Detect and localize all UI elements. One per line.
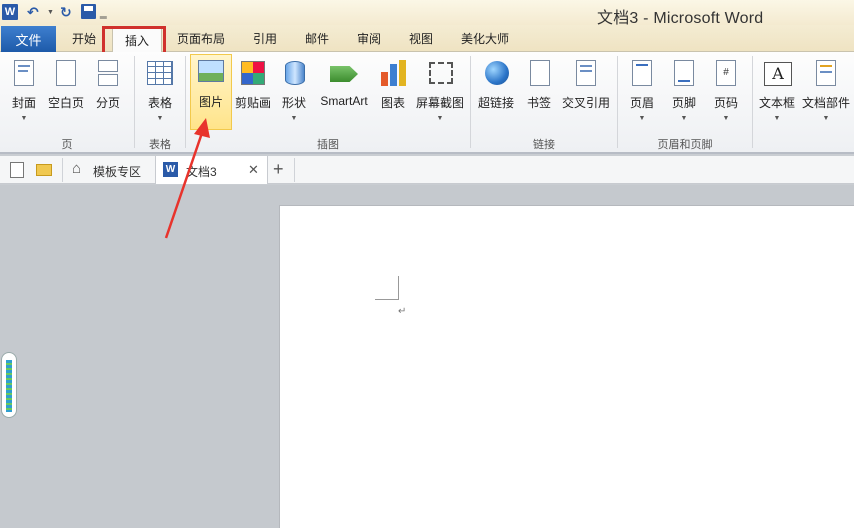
group-divider <box>185 56 186 148</box>
chart-button[interactable]: 图表 <box>377 56 409 128</box>
cover-page-button[interactable]: 封面 ▼ <box>6 56 42 128</box>
tab-review[interactable]: 审阅 <box>357 30 381 47</box>
tab-page-layout[interactable]: 页面布局 <box>177 30 225 47</box>
tab-divider <box>62 158 63 182</box>
folder-icon[interactable] <box>36 164 52 176</box>
group-divider <box>752 56 753 148</box>
text-box-button[interactable]: A 文本框 ▼ <box>757 56 797 128</box>
group-label-tables: 表格 <box>149 139 171 151</box>
tab-home[interactable]: 开始 <box>72 30 96 47</box>
screenshot-icon <box>425 58 455 88</box>
document-page[interactable] <box>279 205 854 528</box>
picture-icon <box>196 57 226 87</box>
chevron-down-icon: ▼ <box>773 115 781 122</box>
blank-page-button[interactable]: 空白页 <box>46 56 86 128</box>
page-number-button[interactable]: # 页码 ▼ <box>710 56 742 128</box>
group-label-illustrations: 插图 <box>317 139 339 151</box>
margin-corner-mark <box>375 276 399 300</box>
undo-dropdown-icon[interactable]: ▼ <box>47 3 54 21</box>
tab-divider <box>294 158 295 182</box>
redo-icon[interactable]: ↻ <box>60 3 72 21</box>
word-doc-icon: W <box>163 162 178 177</box>
template-zone-tab[interactable]: 模板专区 <box>93 163 141 180</box>
shapes-button[interactable]: 形状 ▼ <box>278 56 310 128</box>
picture-button[interactable]: 图片 <box>190 54 232 130</box>
group-label-pages: 页 <box>61 139 73 151</box>
chevron-down-icon: ▼ <box>822 115 830 122</box>
hyperlink-globe-icon <box>481 58 511 88</box>
clip-art-button[interactable]: 剪贴画 <box>234 56 272 128</box>
chevron-down-icon: ▼ <box>20 115 28 122</box>
text-box-icon: A <box>762 58 792 88</box>
customize-toolbar-icon[interactable]: ‗ <box>100 3 107 21</box>
chevron-down-icon: ▼ <box>156 115 164 122</box>
close-tab-icon[interactable]: ✕ <box>248 162 259 178</box>
table-button[interactable]: 表格 ▼ <box>143 56 177 128</box>
footer-button[interactable]: 页脚 ▼ <box>668 56 700 128</box>
document-tab-active[interactable]: W 文档3 ✕ <box>155 156 268 184</box>
header-icon <box>627 58 657 88</box>
header-button[interactable]: 页眉 ▼ <box>626 56 658 128</box>
page-break-button[interactable]: 分页 <box>92 56 124 128</box>
chevron-down-icon: ▼ <box>680 115 688 122</box>
blank-page-icon <box>51 58 81 88</box>
tab-beautify-master[interactable]: 美化大师 <box>461 30 509 47</box>
side-floating-widget[interactable] <box>1 352 17 418</box>
bookmark-icon <box>524 58 554 88</box>
paragraph-mark: ↵ <box>398 306 407 317</box>
quick-parts-button[interactable]: 文档部件 ▼ <box>800 56 852 128</box>
tab-references[interactable]: 引用 <box>253 30 277 47</box>
new-file-icon[interactable] <box>10 162 24 178</box>
undo-icon[interactable]: ↶ <box>27 3 39 21</box>
ribbon-insert: 封面 ▼ 空白页 分页 页 表格 ▼ 表格 图片 剪贴画 形状 ▼ SmartA… <box>0 52 854 154</box>
table-icon <box>145 58 175 88</box>
cross-reference-button[interactable]: 交叉引用 <box>560 56 612 128</box>
chevron-down-icon: ▼ <box>290 115 298 122</box>
word-logo-icon[interactable]: W <box>2 4 18 20</box>
clip-art-icon <box>238 58 268 88</box>
document-tab-label: 文档3 <box>186 165 217 179</box>
tab-file[interactable]: 文件 <box>1 26 56 52</box>
chevron-down-icon: ▼ <box>638 115 646 122</box>
home-icon[interactable]: ⌂ <box>72 160 86 177</box>
quick-parts-icon <box>811 58 841 88</box>
document-tab-bar: ⌂ 模板专区 W 文档3 ✕ + <box>0 156 854 184</box>
smartart-icon <box>329 58 359 88</box>
chart-icon <box>378 58 408 88</box>
chevron-down-icon: ▼ <box>436 115 444 122</box>
save-icon[interactable] <box>81 4 96 19</box>
bookmark-button[interactable]: 书签 <box>524 56 554 128</box>
hyperlink-button[interactable]: 超链接 <box>476 56 516 128</box>
chevron-down-icon: ▼ <box>722 115 730 122</box>
footer-icon <box>669 58 699 88</box>
page-break-icon <box>93 58 123 88</box>
smartart-button[interactable]: SmartArt <box>316 56 372 128</box>
group-label-header-footer: 页眉和页脚 <box>657 139 713 151</box>
page-number-icon: # <box>711 58 741 88</box>
cover-page-icon <box>9 58 39 88</box>
group-divider <box>134 56 135 148</box>
title-bar: W ↶ ▼ ↻ ‗ 文档3 - Microsoft Word <box>0 0 854 27</box>
new-tab-icon[interactable]: + <box>273 159 284 180</box>
group-label-links: 链接 <box>533 139 555 151</box>
screenshot-button[interactable]: 屏幕截图 ▼ <box>414 56 466 128</box>
tab-mailings[interactable]: 邮件 <box>305 30 329 47</box>
shapes-icon <box>279 58 309 88</box>
cross-reference-icon <box>571 58 601 88</box>
group-divider <box>470 56 471 148</box>
tab-view[interactable]: 视图 <box>409 30 433 47</box>
group-divider <box>617 56 618 148</box>
